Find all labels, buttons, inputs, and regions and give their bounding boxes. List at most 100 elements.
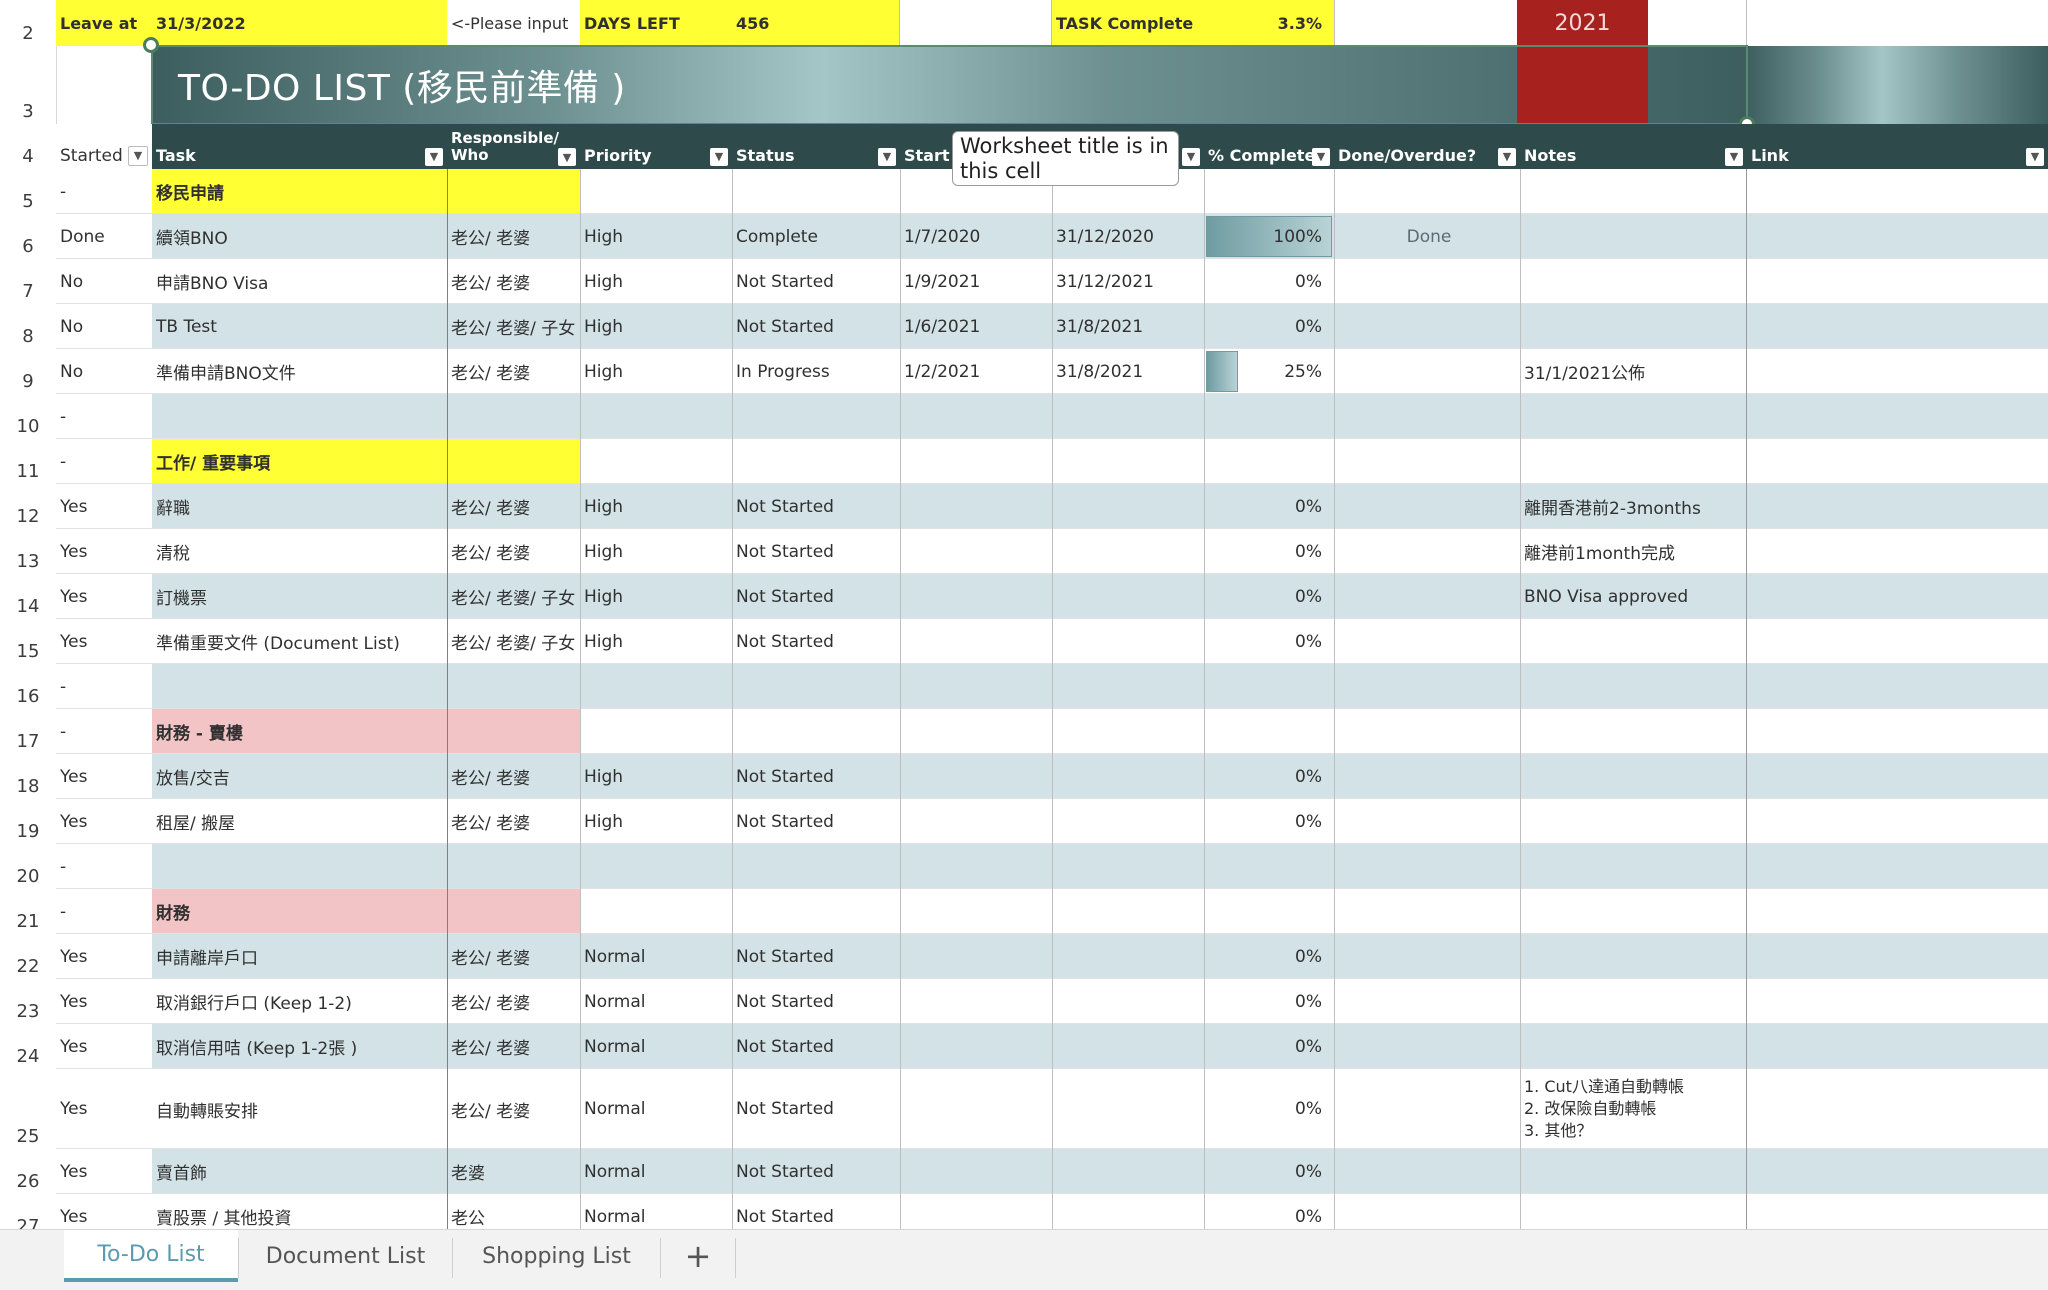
cell-started[interactable]: Yes: [56, 1149, 152, 1194]
cell-pct[interactable]: 0%: [1204, 619, 1334, 664]
section-heading[interactable]: 財務: [152, 889, 447, 934]
cell-task[interactable]: 放售/交吉: [152, 754, 447, 799]
cell-start[interactable]: [900, 529, 1052, 574]
section-heading[interactable]: 工作/ 重要事項: [152, 439, 447, 484]
tab-document-list[interactable]: Document List: [239, 1230, 452, 1282]
row-number[interactable]: 17: [0, 709, 56, 754]
cell-task[interactable]: 取消信用咭 (Keep 1-2張 ): [152, 1024, 447, 1069]
cell-pct[interactable]: [1204, 709, 1334, 754]
cell-priority[interactable]: Normal: [580, 1024, 732, 1069]
cell-task[interactable]: 準備重要文件 (Document List): [152, 619, 447, 664]
cell-status[interactable]: [732, 439, 900, 484]
cell-start[interactable]: [900, 439, 1052, 484]
cell-pct[interactable]: 0%: [1204, 934, 1334, 979]
cell-notes[interactable]: [1520, 979, 1747, 1024]
cell-who[interactable]: 老公: [447, 1194, 580, 1229]
cell-due[interactable]: [1052, 574, 1204, 619]
cell-who[interactable]: 老公/ 老婆/ 子女: [447, 304, 580, 349]
column-header-started[interactable]: Started ▼: [56, 124, 152, 169]
row-number[interactable]: 23: [0, 979, 56, 1024]
row-number[interactable]: 6: [0, 214, 56, 259]
cell-done[interactable]: [1334, 1024, 1520, 1069]
section-heading[interactable]: 財務 - 賣樓: [152, 709, 447, 754]
cell-done[interactable]: [1334, 1194, 1520, 1229]
cell-who[interactable]: [447, 439, 580, 484]
cell-status[interactable]: Not Started: [732, 1024, 900, 1069]
cell-status[interactable]: In Progress: [732, 349, 900, 394]
row-number[interactable]: 9: [0, 349, 56, 394]
cell-done[interactable]: [1334, 169, 1520, 214]
row-number[interactable]: 18: [0, 754, 56, 799]
cell-notes[interactable]: [1520, 1024, 1747, 1069]
leave-at-date[interactable]: 31/3/2022: [152, 0, 447, 46]
cell-done[interactable]: [1334, 844, 1520, 889]
cell-task[interactable]: [152, 394, 447, 439]
cell-due[interactable]: 31/12/2020: [1052, 214, 1204, 259]
cell-priority[interactable]: [580, 664, 732, 709]
cell-task[interactable]: [152, 664, 447, 709]
row-number[interactable]: 2: [0, 0, 56, 46]
worksheet-title[interactable]: TO-DO LIST (移民前準備 ): [178, 46, 626, 124]
cell-notes[interactable]: [1520, 844, 1747, 889]
cell-due[interactable]: [1052, 844, 1204, 889]
filter-dropdown-icon[interactable]: ▼: [425, 148, 443, 166]
cell-start[interactable]: 1/7/2020: [900, 214, 1052, 259]
column-header-notes[interactable]: Notes ▼: [1520, 124, 1747, 169]
cell-due[interactable]: [1052, 664, 1204, 709]
cell-start[interactable]: [900, 799, 1052, 844]
row-number[interactable]: 11: [0, 439, 56, 484]
cell-notes[interactable]: [1520, 214, 1747, 259]
cell-due[interactable]: [1052, 1194, 1204, 1229]
cell-who[interactable]: 老公/ 老婆: [447, 754, 580, 799]
cell-task[interactable]: [152, 844, 447, 889]
cell-task[interactable]: 準備申請BNO文件: [152, 349, 447, 394]
cell-pct[interactable]: [1204, 439, 1334, 484]
row-number[interactable]: 21: [0, 889, 56, 934]
cell-priority[interactable]: High: [580, 529, 732, 574]
cell-start[interactable]: [900, 889, 1052, 934]
cell-due[interactable]: [1052, 394, 1204, 439]
filter-dropdown-icon[interactable]: ▼: [1498, 148, 1516, 166]
cell-pct[interactable]: 25%: [1204, 349, 1334, 394]
cell-due[interactable]: 31/8/2021: [1052, 349, 1204, 394]
cell-start[interactable]: 1/6/2021: [900, 304, 1052, 349]
row-number[interactable]: 24: [0, 1024, 56, 1069]
cell-start[interactable]: [900, 1194, 1052, 1229]
cell-due[interactable]: [1052, 439, 1204, 484]
cell-due[interactable]: [1052, 799, 1204, 844]
cell-notes[interactable]: 離港前1month完成: [1520, 529, 1747, 574]
cell-started[interactable]: -: [56, 664, 152, 709]
filter-dropdown-icon[interactable]: ▼: [128, 146, 148, 166]
cell-task[interactable]: 申請離岸戶口: [152, 934, 447, 979]
cell-who[interactable]: 老公/ 老婆: [447, 259, 580, 304]
cell-done[interactable]: [1334, 349, 1520, 394]
cell-start[interactable]: [900, 754, 1052, 799]
column-header-priority[interactable]: Priority ▼: [580, 124, 732, 169]
cell-priority[interactable]: High: [580, 484, 732, 529]
cell-started[interactable]: Yes: [56, 799, 152, 844]
cell-due[interactable]: [1052, 934, 1204, 979]
cell-done[interactable]: [1334, 1069, 1520, 1149]
row-number[interactable]: 10: [0, 394, 56, 439]
cell-notes[interactable]: [1520, 1194, 1747, 1229]
cell-notes[interactable]: [1520, 709, 1747, 754]
cell-status[interactable]: Not Started: [732, 1149, 900, 1194]
cell-task[interactable]: 續領BNO: [152, 214, 447, 259]
column-header-link[interactable]: Link ▼: [1747, 124, 2048, 169]
cell-task[interactable]: 賣股票 / 其他投資: [152, 1194, 447, 1229]
column-header-status[interactable]: Status ▼: [732, 124, 900, 169]
filter-dropdown-icon[interactable]: ▼: [1312, 148, 1330, 166]
cell-started[interactable]: -: [56, 709, 152, 754]
cell-notes[interactable]: [1520, 889, 1747, 934]
cell-pct[interactable]: 0%: [1204, 574, 1334, 619]
cell-who[interactable]: 老公/ 老婆/ 子女: [447, 574, 580, 619]
cell-done[interactable]: [1334, 934, 1520, 979]
cell-priority[interactable]: High: [580, 304, 732, 349]
cell-start[interactable]: [900, 844, 1052, 889]
cell-started[interactable]: Yes: [56, 754, 152, 799]
cell-due[interactable]: 31/8/2021: [1052, 304, 1204, 349]
cell-due[interactable]: 31/12/2021: [1052, 259, 1204, 304]
row-number[interactable]: 4: [0, 124, 56, 169]
cell-status[interactable]: Complete: [732, 214, 900, 259]
row-number[interactable]: 8: [0, 304, 56, 349]
